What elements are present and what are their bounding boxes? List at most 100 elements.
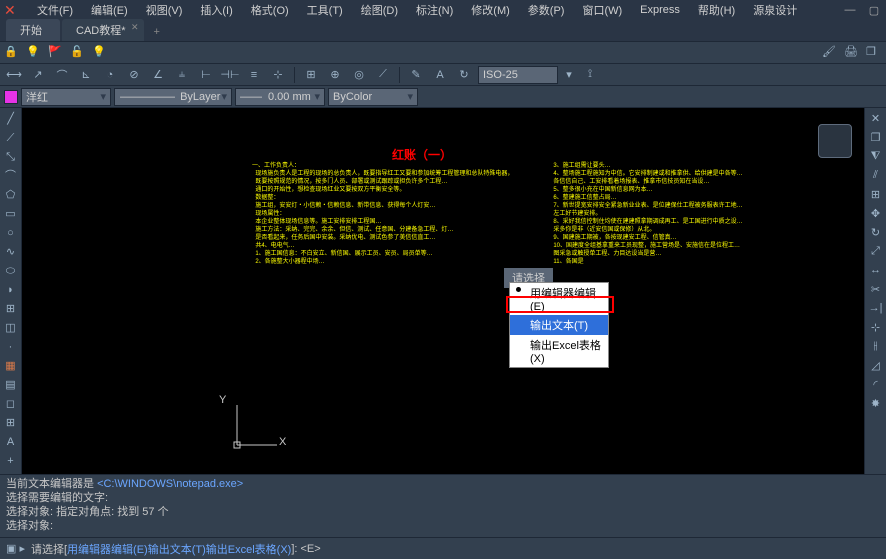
dim-diameter-icon[interactable]: ⊘ <box>124 67 144 83</box>
dim-tedit-icon[interactable]: A <box>430 67 450 83</box>
context-export-text[interactable]: 输出文本(T) <box>510 315 608 335</box>
dropdown-arrow-icon[interactable]: ▾ <box>562 68 576 81</box>
gradient-tool-icon[interactable]: ▤ <box>3 378 19 392</box>
erase-icon[interactable]: ✕ <box>868 112 884 126</box>
dimstyle-manager-icon[interactable]: ⟟ <box>580 67 600 83</box>
dim-ordinate-icon[interactable]: ⊾ <box>76 67 96 83</box>
jogged-icon[interactable]: ⟋ <box>373 67 393 83</box>
context-edit-with-editor[interactable]: 用编辑器编辑(E) <box>510 283 608 315</box>
layer-freeze-icon[interactable]: 🚩 <box>48 45 64 61</box>
tab-cad-tutorial[interactable]: CAD教程*✕ <box>62 19 144 41</box>
fillet-icon[interactable]: ◜ <box>868 378 884 392</box>
rectangle-tool-icon[interactable]: ▭ <box>3 207 19 221</box>
layer-lock-icon[interactable]: 🔒 <box>4 45 20 61</box>
copy-icon[interactable]: ❐ <box>868 131 884 145</box>
dim-aligned-icon[interactable]: ↗ <box>28 67 48 83</box>
dim-edit-icon[interactable]: ✎ <box>406 67 426 83</box>
point-tool-icon[interactable]: · <box>3 340 19 354</box>
mirror-icon[interactable]: ⧨ <box>868 150 884 164</box>
ray-tool-icon[interactable]: ⤡ <box>3 150 19 164</box>
insert-block-icon[interactable]: ⊞ <box>3 302 19 316</box>
minimize-icon[interactable]: — <box>838 4 862 16</box>
color-swatch[interactable] <box>4 90 18 104</box>
move-icon[interactable]: ✥ <box>868 207 884 221</box>
dim-radius-icon[interactable]: ◔ <box>100 67 120 83</box>
menu-dimension[interactable]: 标注(N) <box>407 0 462 20</box>
tool-print-icon[interactable]: 🖨 <box>844 45 860 61</box>
add-tool-icon[interactable]: + <box>3 454 19 468</box>
layer-unlock-icon[interactable]: 🔓 <box>70 45 86 61</box>
circle-tool-icon[interactable]: ○ <box>3 226 19 240</box>
tool-brush-icon[interactable]: 🖌 <box>822 45 838 61</box>
polygon-tool-icon[interactable]: ⬠ <box>3 188 19 202</box>
context-export-excel[interactable]: 输出Excel表格(X) <box>510 335 608 367</box>
maximize-icon[interactable]: ▢ <box>862 4 886 17</box>
app-close-icon[interactable]: ✕ <box>4 2 16 19</box>
menu-edit[interactable]: 编辑(E) <box>82 0 137 20</box>
rotate-icon[interactable]: ↻ <box>868 226 884 240</box>
polyline-tool-icon[interactable]: ⟋ <box>3 131 19 145</box>
dim-space-icon[interactable]: ≡ <box>244 67 264 83</box>
inspect-icon[interactable]: ◎ <box>349 67 369 83</box>
dim-angular-icon[interactable]: ∠ <box>148 67 168 83</box>
extend-icon[interactable]: →| <box>868 302 884 316</box>
menu-window[interactable]: 窗口(W) <box>573 0 631 20</box>
right-toolbar: ✕ ❐ ⧨ ⫽ ⊞ ✥ ↻ ⤢ ↔ ✂ →| ⊹ ⫲ ◿ ◜ ✸ <box>864 108 886 474</box>
layer-on-icon[interactable]: 💡 <box>26 45 42 61</box>
chamfer-icon[interactable]: ◿ <box>868 359 884 373</box>
scale-icon[interactable]: ⤢ <box>868 245 884 259</box>
menu-modify[interactable]: 修改(M) <box>462 0 519 20</box>
menu-yuanquan[interactable]: 源泉设计 <box>744 0 806 20</box>
break-icon[interactable]: ⊹ <box>868 321 884 335</box>
menu-insert[interactable]: 插入(I) <box>191 0 241 20</box>
menu-parametric[interactable]: 参数(P) <box>519 0 574 20</box>
join-icon[interactable]: ⫲ <box>868 340 884 354</box>
trim-icon[interactable]: ✂ <box>868 283 884 297</box>
dim-quick-icon[interactable]: ⫨ <box>172 67 192 83</box>
tolerance-icon[interactable]: ⊞ <box>301 67 321 83</box>
array-icon[interactable]: ⊞ <box>868 188 884 202</box>
arc-tool-icon[interactable]: ⌒ <box>3 169 19 183</box>
dim-break-icon[interactable]: ⊹ <box>268 67 288 83</box>
dim-arc-icon[interactable]: ⌒ <box>52 67 72 83</box>
dimstyle-dropdown[interactable]: ISO-25 <box>478 66 558 84</box>
document-title-text: 红账（一） <box>392 146 452 163</box>
hatch-tool-icon[interactable]: ▦ <box>3 359 19 373</box>
menu-file[interactable]: 文件(F) <box>28 0 82 20</box>
center-mark-icon[interactable]: ⊕ <box>325 67 345 83</box>
dim-continue-icon[interactable]: ⊣⊢ <box>220 67 240 83</box>
spline-tool-icon[interactable]: ∿ <box>3 245 19 259</box>
region-tool-icon[interactable]: ◻ <box>3 397 19 411</box>
menu-express[interactable]: Express <box>631 2 689 18</box>
dim-baseline-icon[interactable]: ⊢ <box>196 67 216 83</box>
tab-add[interactable]: + <box>146 23 168 41</box>
line-tool-icon[interactable]: ╱ <box>3 112 19 126</box>
close-icon[interactable]: ✕ <box>131 22 139 33</box>
menu-view[interactable]: 视图(V) <box>137 0 192 20</box>
dimension-toolbar: ⟷ ↗ ⌒ ⊾ ◔ ⊘ ∠ ⫨ ⊢ ⊣⊢ ≡ ⊹ ⊞ ⊕ ◎ ⟋ ✎ A ↻ I… <box>0 64 886 86</box>
offset-icon[interactable]: ⫽ <box>868 169 884 183</box>
viewcube[interactable] <box>814 120 856 162</box>
drawing-canvas[interactable]: 红账（一） 一、工作负责人： 现场施负责人是工程的现场的总负责人，既要指导红工又… <box>22 108 864 474</box>
lineweight-dropdown[interactable]: ——0.00 mm▾ <box>235 88 325 106</box>
tab-start[interactable]: 开始 <box>6 19 60 41</box>
ellipse-arc-icon[interactable]: ◗ <box>3 283 19 297</box>
dim-linear-icon[interactable]: ⟷ <box>4 67 24 83</box>
menu-draw[interactable]: 绘图(D) <box>352 0 407 20</box>
stretch-icon[interactable]: ↔ <box>868 264 884 278</box>
plotstyle-dropdown[interactable]: ByColor▾ <box>328 88 418 106</box>
command-prompt[interactable]: ▣ ▸ 请选择[ 用编辑器编辑(E) 输出文本(T) 输出Excel表格(X) … <box>0 537 886 559</box>
explode-icon[interactable]: ✸ <box>868 397 884 411</box>
make-block-icon[interactable]: ◫ <box>3 321 19 335</box>
layer-off-icon[interactable]: 💡 <box>92 45 108 61</box>
menu-tools[interactable]: 工具(T) <box>298 0 352 20</box>
menu-help[interactable]: 帮助(H) <box>689 0 744 20</box>
color-dropdown[interactable]: 洋红▾ <box>21 88 111 106</box>
menu-format[interactable]: 格式(O) <box>242 0 298 20</box>
ellipse-tool-icon[interactable]: ⬭ <box>3 264 19 278</box>
linetype-dropdown[interactable]: —————ByLayer▾ <box>114 88 232 106</box>
mtext-tool-icon[interactable]: A <box>3 435 19 449</box>
dim-update-icon[interactable]: ↻ <box>454 67 474 83</box>
tool-stack-icon[interactable]: ❐ <box>866 45 882 61</box>
table-tool-icon[interactable]: ⊞ <box>3 416 19 430</box>
